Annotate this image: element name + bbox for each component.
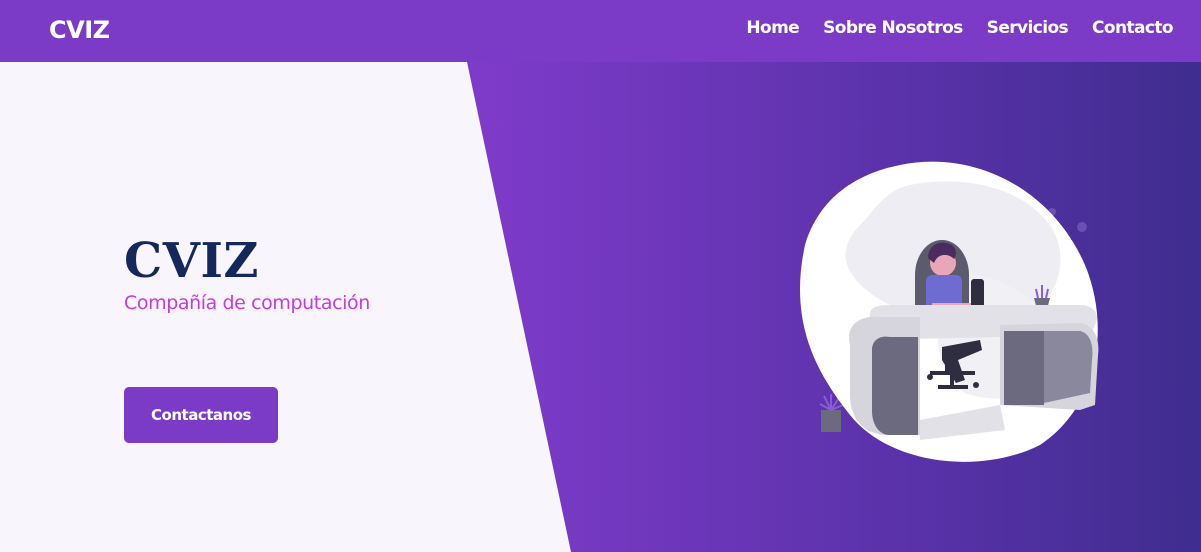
brand-logo[interactable]: CVIZ [49, 16, 110, 44]
nav-link-sobre-nosotros[interactable]: Sobre Nosotros [823, 18, 963, 38]
nav-links: Home Sobre Nosotros Servicios Contacto [746, 18, 1173, 38]
nav-link-servicios[interactable]: Servicios [987, 18, 1069, 38]
person-at-desk-illustration [800, 161, 1099, 462]
contact-button[interactable]: Contactanos [124, 387, 278, 443]
nav-link-home[interactable]: Home [746, 18, 799, 38]
navbar: CVIZ Home Sobre Nosotros Servicios Conta… [0, 0, 1201, 62]
hero-title: CVIZ [124, 233, 259, 289]
hero-subtitle: Compañía de computación [124, 292, 370, 314]
nav-link-contacto[interactable]: Contacto [1092, 18, 1174, 38]
